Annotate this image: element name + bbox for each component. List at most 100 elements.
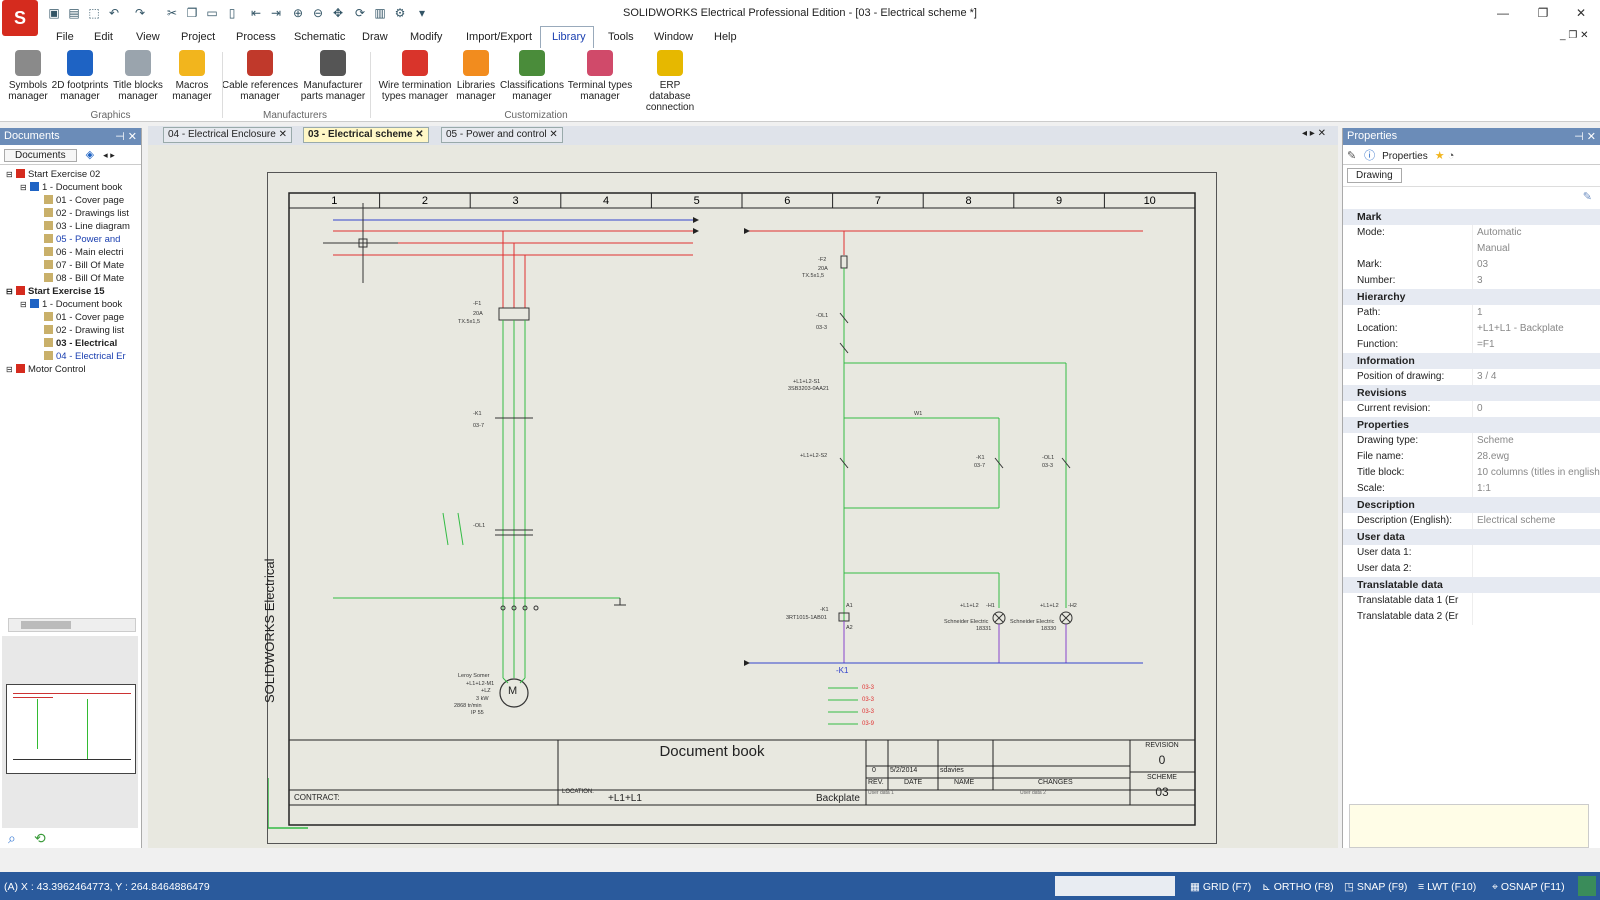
- wire-termination-button[interactable]: Wire termination types manager: [375, 50, 455, 102]
- app-logo[interactable]: S: [2, 0, 38, 36]
- export-icon[interactable]: ⇥: [268, 5, 284, 21]
- tab-close-icon[interactable]: ✕: [279, 129, 287, 140]
- property-row[interactable]: Translatable data 2 (Er: [1343, 609, 1600, 625]
- tree-item[interactable]: 02 - Drawings list: [2, 208, 139, 221]
- menu-library[interactable]: Library: [552, 31, 586, 43]
- tree-item[interactable]: 08 - Bill Of Mate: [2, 273, 139, 286]
- edit-properties-icon[interactable]: ✎: [1343, 187, 1600, 209]
- user-status-icon[interactable]: [1578, 876, 1596, 896]
- menu-project[interactable]: Project: [181, 31, 215, 43]
- property-value[interactable]: 1: [1473, 305, 1600, 321]
- property-row[interactable]: Current revision: 0: [1343, 401, 1600, 417]
- erp-database-button[interactable]: ERP database connection: [638, 50, 702, 113]
- minimize-icon[interactable]: —: [1488, 4, 1518, 22]
- ribbon-minimize-icon[interactable]: _ ❐ ✕: [1560, 30, 1588, 41]
- menu-file[interactable]: File: [56, 31, 74, 43]
- tab-scroll-icon[interactable]: ◂ ▸: [103, 150, 115, 161]
- refresh-icon[interactable]: ⟳: [352, 5, 368, 21]
- property-section-header[interactable]: Description: [1343, 497, 1600, 513]
- 2d-footprints-button[interactable]: 2D footprints manager: [50, 50, 110, 102]
- label-f2[interactable]: -F2: [818, 257, 826, 264]
- properties-tab[interactable]: Properties: [1378, 151, 1432, 162]
- menu-view[interactable]: View: [136, 31, 160, 43]
- property-row[interactable]: Title block: 10 columns (titles in englis…: [1343, 465, 1600, 481]
- tab-power-and-control[interactable]: 05 - Power and control ✕: [441, 127, 563, 143]
- property-section-header[interactable]: Translatable data: [1343, 577, 1600, 593]
- drawing-subtab[interactable]: Drawing: [1347, 168, 1402, 183]
- label-ol1[interactable]: -OL1: [473, 523, 485, 530]
- cable-references-button[interactable]: Cable references manager: [221, 50, 299, 102]
- tab-close-icon[interactable]: ✕: [415, 129, 423, 140]
- import-icon[interactable]: ⇤: [248, 5, 264, 21]
- osnap-toggle[interactable]: ⌖ OSNAP (F11): [1492, 881, 1565, 894]
- command-input[interactable]: [1055, 876, 1175, 896]
- tree-expand-icon[interactable]: ⊟: [6, 170, 16, 179]
- property-value[interactable]: Manual: [1473, 241, 1600, 257]
- title-blocks-button[interactable]: Title blocks manager: [112, 50, 164, 102]
- menu-schematic[interactable]: Schematic: [294, 31, 345, 43]
- schematic-sheet[interactable]: 1 2 3 4 5 6 7 8 9 10 SOLIDWORKS Electric…: [262, 172, 1217, 844]
- menu-import-export[interactable]: Import/Export: [466, 31, 532, 43]
- property-value[interactable]: Automatic: [1473, 225, 1600, 241]
- property-section-header[interactable]: Information: [1343, 353, 1600, 369]
- label-k1-coil[interactable]: -K1: [820, 607, 829, 614]
- tab-electrical-scheme[interactable]: 03 - Electrical scheme ✕: [303, 127, 429, 143]
- property-value[interactable]: 10 columns (titles in english: [1473, 465, 1600, 481]
- label-k1[interactable]: -K1: [473, 411, 482, 418]
- property-row[interactable]: Function: =F1: [1343, 337, 1600, 353]
- label-s2[interactable]: +L1+L2-S2: [800, 453, 827, 460]
- menu-window[interactable]: Window: [654, 31, 693, 43]
- tree-item[interactable]: 03 - Line diagram: [2, 221, 139, 234]
- label-h2[interactable]: +L1+L2: [1040, 603, 1059, 610]
- property-value[interactable]: 0: [1473, 401, 1600, 417]
- property-value[interactable]: +L1+L1 - Backplate: [1473, 321, 1600, 337]
- tree-item[interactable]: ⊟ Motor Control: [2, 364, 139, 377]
- brush-icon[interactable]: ✎: [1347, 149, 1361, 162]
- menu-process[interactable]: Process: [236, 31, 276, 43]
- tree-item[interactable]: ⊟ Start Exercise 02: [2, 169, 139, 182]
- restore-icon[interactable]: ❐: [1528, 4, 1558, 22]
- tree-item[interactable]: 03 - Electrical: [2, 338, 139, 351]
- property-row[interactable]: Mark: 03: [1343, 257, 1600, 273]
- property-row[interactable]: Manual: [1343, 241, 1600, 257]
- menu-edit[interactable]: Edit: [94, 31, 113, 43]
- tree-expand-icon[interactable]: ⊟: [6, 287, 16, 296]
- property-value[interactable]: 03: [1473, 257, 1600, 273]
- property-value[interactable]: Electrical scheme: [1473, 513, 1600, 529]
- property-row[interactable]: Scale: 1:1: [1343, 481, 1600, 497]
- xref-label[interactable]: 03-3: [862, 709, 874, 716]
- label-s1[interactable]: +L1+L2-S1: [793, 379, 820, 386]
- xref-label[interactable]: 03-9: [862, 721, 874, 728]
- label-h1[interactable]: +L1+L2: [960, 603, 979, 610]
- menu-draw[interactable]: Draw: [362, 31, 388, 43]
- property-section-header[interactable]: Mark: [1343, 209, 1600, 225]
- property-row[interactable]: Drawing type: Scheme: [1343, 433, 1600, 449]
- property-row[interactable]: Location: +L1+L1 - Backplate: [1343, 321, 1600, 337]
- tree-item[interactable]: ⊟ 1 - Document book: [2, 299, 139, 312]
- tab-close-icon[interactable]: ✕: [549, 129, 557, 140]
- property-value[interactable]: 3 / 4: [1473, 369, 1600, 385]
- save-icon[interactable]: ⬚: [86, 5, 102, 21]
- property-value[interactable]: [1473, 593, 1600, 609]
- components-tab-icon[interactable]: ◈: [86, 148, 94, 161]
- cut-icon[interactable]: ✂: [164, 5, 180, 21]
- property-value[interactable]: Scheme: [1473, 433, 1600, 449]
- tree-item[interactable]: 06 - Main electri: [2, 247, 139, 260]
- tree-expand-icon[interactable]: ⊟: [20, 300, 30, 309]
- macros-button[interactable]: Macros manager: [170, 50, 214, 102]
- property-section-header[interactable]: Properties: [1343, 417, 1600, 433]
- tree-item[interactable]: 02 - Drawing list: [2, 325, 139, 338]
- label-k1-bottom[interactable]: -K1: [836, 667, 848, 675]
- new-icon[interactable]: ▣: [46, 5, 62, 21]
- zoom-out-icon[interactable]: ⊖: [310, 5, 326, 21]
- tree-item[interactable]: 01 - Cover page: [2, 312, 139, 325]
- label-ol1-right[interactable]: -OL1: [1042, 455, 1054, 462]
- property-row[interactable]: User data 2:: [1343, 561, 1600, 577]
- xref-label[interactable]: 03-3: [862, 697, 874, 704]
- property-value[interactable]: [1473, 545, 1600, 561]
- property-row[interactable]: Description (English): Electrical scheme: [1343, 513, 1600, 529]
- libraries-button[interactable]: Libraries manager: [453, 50, 499, 102]
- close-window-icon[interactable]: ✕: [1566, 4, 1596, 22]
- label-f1[interactable]: -F1: [473, 301, 481, 308]
- property-value[interactable]: 28.ewg: [1473, 449, 1600, 465]
